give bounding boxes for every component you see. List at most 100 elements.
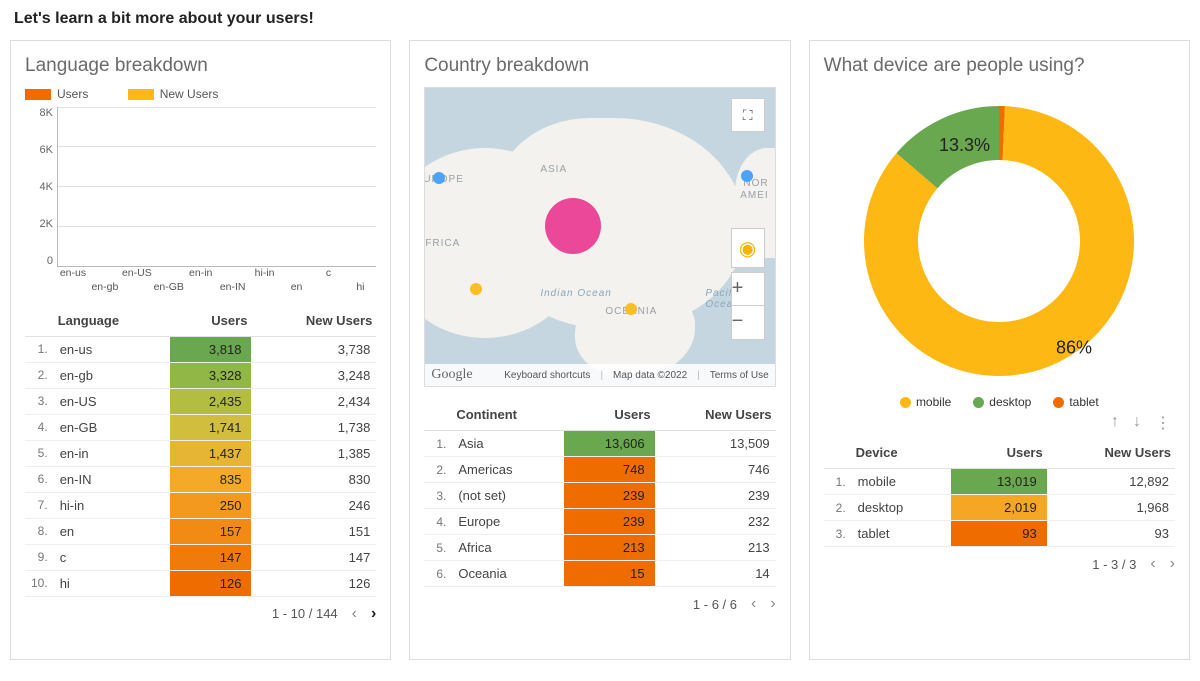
col-header-new-users[interactable]: New Users: [1047, 439, 1175, 469]
cell-language: en-IN: [54, 466, 170, 492]
pager-next-icon[interactable]: ›: [1170, 555, 1175, 573]
table-row[interactable]: 2.Americas748746: [424, 457, 775, 483]
table-row[interactable]: 2.en-gb3,3283,248: [25, 362, 376, 388]
cell-new-users: 12,892: [1047, 469, 1175, 495]
col-header-users[interactable]: Users: [564, 401, 655, 431]
pager-next-icon[interactable]: ›: [371, 605, 376, 623]
bar-chart-yaxis: 8K 6K 4K 2K 0: [25, 107, 57, 267]
map-bubble-asia[interactable]: [545, 198, 601, 254]
cell-continent: Oceania: [452, 561, 564, 587]
table-row[interactable]: 3.en-US2,4352,434: [25, 388, 376, 414]
cell-new-users: 147: [251, 544, 376, 570]
row-index: 1.: [424, 431, 452, 457]
table-row[interactable]: 1.Asia13,60613,509: [424, 431, 775, 457]
col-header-new-users[interactable]: New Users: [655, 401, 776, 431]
device-pager: 1 - 3 / 3 ‹ ›: [824, 555, 1175, 573]
cell-users: 13,019: [951, 469, 1047, 495]
table-row[interactable]: 6.en-IN835830: [25, 466, 376, 492]
more-options-icon[interactable]: ⋮: [1155, 413, 1171, 433]
map-shortcuts-link[interactable]: Keyboard shortcuts: [504, 370, 590, 381]
table-row[interactable]: 2.desktop2,0191,968: [824, 495, 1175, 521]
row-index: 6.: [424, 561, 452, 587]
xlabel: hi: [344, 281, 376, 293]
cell-users: 239: [564, 483, 655, 509]
ytick: 2K: [25, 218, 53, 230]
pager-next-icon[interactable]: ›: [770, 595, 775, 613]
col-header-new-users[interactable]: New Users: [251, 307, 376, 337]
map-label-asia: ASIA: [540, 164, 567, 175]
country-map[interactable]: ASIA UROPE FRICA OCEANIA NOR AMEI Indian…: [424, 87, 775, 387]
cell-new-users: 151: [251, 518, 376, 544]
row-index: 7.: [25, 492, 54, 518]
cell-language: en-GB: [54, 414, 170, 440]
language-card-title: Language breakdown: [25, 55, 376, 77]
bar-chart-xlabels: en-usen-gben-USen-GBen-inen-INhi-inenchi: [57, 267, 376, 297]
table-row[interactable]: 4.Europe239232: [424, 509, 775, 535]
cell-device: mobile: [852, 469, 951, 495]
pegman-icon[interactable]: ◉: [731, 228, 765, 268]
row-index: 3.: [25, 388, 54, 414]
table-row[interactable]: 3.tablet9393: [824, 521, 1175, 547]
map-terms-link[interactable]: Terms of Use: [710, 370, 769, 381]
device-legend: mobile desktop tablet: [824, 395, 1175, 409]
page-title: Let's learn a bit more about your users!: [14, 10, 1190, 28]
table-row[interactable]: 3.(not set)239239: [424, 483, 775, 509]
table-row[interactable]: 5.Africa213213: [424, 535, 775, 561]
pager-prev-icon[interactable]: ‹: [352, 605, 357, 623]
cell-continent: Asia: [452, 431, 564, 457]
table-row[interactable]: 10.hi126126: [25, 570, 376, 596]
cell-new-users: 746: [655, 457, 776, 483]
row-index: 4.: [424, 509, 452, 535]
row-index: 10.: [25, 570, 54, 596]
cell-language: hi-in: [54, 492, 170, 518]
table-row[interactable]: 7.hi-in250246: [25, 492, 376, 518]
xlabel: en-us: [57, 267, 89, 279]
pager-prev-icon[interactable]: ‹: [751, 595, 756, 613]
legend-label-new-users: New Users: [160, 87, 219, 101]
map-label-na2: AMEI: [740, 190, 768, 201]
sort-up-icon[interactable]: ↑: [1111, 413, 1119, 433]
row-index: 1.: [824, 469, 852, 495]
cell-language: c: [54, 544, 170, 570]
cell-users: 1,437: [170, 440, 251, 466]
row-index: 3.: [824, 521, 852, 547]
table-row[interactable]: 1.en-us3,8183,738: [25, 336, 376, 362]
cell-new-users: 3,248: [251, 362, 376, 388]
row-index: 2.: [824, 495, 852, 521]
language-pager: 1 - 10 / 144 ‹ ›: [25, 605, 376, 623]
row-index: 9.: [25, 544, 54, 570]
xlabel: en: [281, 281, 313, 293]
zoom-out-icon[interactable]: −: [731, 306, 765, 340]
zoom-in-icon[interactable]: +: [731, 272, 765, 306]
table-row[interactable]: 8.en157151: [25, 518, 376, 544]
pager-prev-icon[interactable]: ‹: [1150, 555, 1155, 573]
device-donut-chart: 13.3% 86%: [824, 91, 1175, 391]
cell-continent: (not set): [452, 483, 564, 509]
col-header-device[interactable]: Device: [852, 439, 951, 469]
ytick: 6K: [25, 144, 53, 156]
col-header-users[interactable]: Users: [170, 307, 251, 337]
col-header-language[interactable]: Language: [54, 307, 170, 337]
col-header-continent[interactable]: Continent: [452, 401, 564, 431]
fullscreen-icon[interactable]: ⛶: [731, 98, 765, 132]
xlabel: c: [313, 267, 345, 279]
row-index: 4.: [25, 414, 54, 440]
country-pager: 1 - 6 / 6 ‹ ›: [424, 595, 775, 613]
table-row[interactable]: 6.Oceania1514: [424, 561, 775, 587]
ytick: 4K: [25, 181, 53, 193]
sort-down-icon[interactable]: ↓: [1133, 413, 1141, 433]
table-row[interactable]: 5.en-in1,4371,385: [25, 440, 376, 466]
cell-language: en-in: [54, 440, 170, 466]
cell-users: 239: [564, 509, 655, 535]
row-index: 2.: [424, 457, 452, 483]
table-row[interactable]: 9.c147147: [25, 544, 376, 570]
cell-users: 93: [951, 521, 1047, 547]
cell-users: 250: [170, 492, 251, 518]
col-header-users[interactable]: Users: [951, 439, 1047, 469]
cell-new-users: 1,738: [251, 414, 376, 440]
table-row[interactable]: 4.en-GB1,7411,738: [25, 414, 376, 440]
cell-continent: Americas: [452, 457, 564, 483]
table-row[interactable]: 1.mobile13,01912,892: [824, 469, 1175, 495]
pager-range: 1 - 6 / 6: [693, 597, 737, 612]
map-bubble-americas[interactable]: [741, 170, 753, 182]
